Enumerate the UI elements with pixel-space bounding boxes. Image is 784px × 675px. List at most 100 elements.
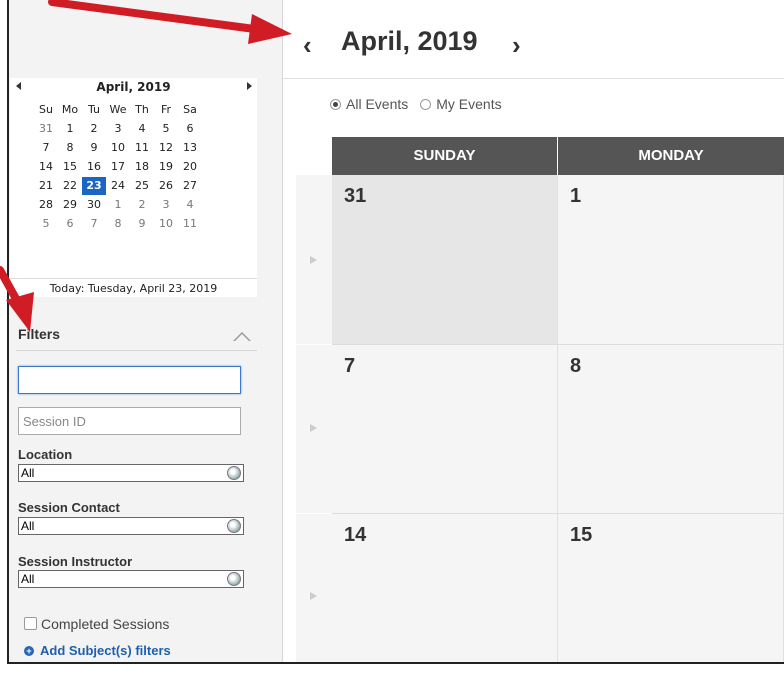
my-events-radio[interactable] [420, 98, 432, 110]
mini-day[interactable]: 3 [154, 198, 178, 211]
weekday-label: Su [39, 103, 53, 116]
mini-day[interactable]: 11 [178, 217, 202, 230]
mini-day[interactable]: 13 [178, 141, 202, 154]
session-instructor-label: Session Instructor [18, 554, 133, 569]
day-cell[interactable]: 7 [332, 345, 558, 514]
mini-day[interactable]: 1 [106, 198, 130, 211]
mini-day[interactable]: 10 [154, 217, 178, 230]
day-number: 14 [344, 524, 367, 546]
mini-day[interactable]: 18 [130, 160, 154, 173]
mini-day[interactable]: 15 [58, 160, 82, 173]
completed-sessions-checkbox[interactable] [24, 617, 37, 630]
expand-right-icon[interactable] [310, 424, 317, 432]
mini-day[interactable]: 3 [106, 122, 130, 135]
mini-day[interactable]: 26 [154, 179, 178, 192]
mini-day[interactable]: 27 [178, 179, 202, 192]
day-number: 1 [570, 185, 582, 207]
mini-day[interactable]: 24 [106, 179, 130, 192]
day-header-sunday: SUNDAY [332, 137, 557, 175]
add-subject-filters-label: Add Subject(s) filters [40, 643, 171, 658]
mini-day[interactable]: 2 [82, 122, 106, 135]
prev-month-button[interactable]: ‹ [303, 32, 312, 58]
lookup-icon[interactable] [227, 466, 241, 480]
my-events-label: My Events [436, 96, 502, 112]
next-month-button[interactable]: › [512, 32, 521, 58]
week-gutter [296, 514, 332, 662]
mini-today-link[interactable]: Today: Tuesday, April 23, 2019 [10, 278, 257, 295]
weekday-label: Fr [160, 103, 172, 116]
mini-weekday-row: Su Mo Tu We Th Fr Sa [34, 100, 202, 119]
mini-day[interactable]: 4 [178, 198, 202, 211]
session-contact-select[interactable]: All [18, 517, 244, 535]
my-events-option[interactable]: My Events [420, 96, 502, 112]
mini-day[interactable]: 5 [154, 122, 178, 135]
mini-day[interactable]: 6 [178, 122, 202, 135]
location-select[interactable]: All [18, 464, 244, 482]
month-title: April, 2019 [341, 26, 478, 56]
mini-day[interactable]: 9 [130, 217, 154, 230]
day-number: 31 [344, 185, 367, 207]
mini-day[interactable]: 4 [130, 122, 154, 135]
mini-day[interactable]: 19 [154, 160, 178, 173]
mini-day[interactable]: 30 [82, 198, 106, 211]
day-cell[interactable]: 15 [558, 514, 784, 662]
mini-day[interactable]: 5 [34, 217, 58, 230]
session-instructor-select[interactable]: All [18, 570, 244, 588]
session-instructor-select-value: All [21, 572, 35, 586]
mini-day[interactable]: 28 [34, 198, 58, 211]
main-header: ‹ April, 2019 › [283, 0, 784, 79]
add-subject-filters-link[interactable]: + Add Subject(s) filters [24, 643, 171, 658]
session-id-input[interactable] [18, 407, 241, 435]
all-events-option[interactable]: All Events [330, 96, 408, 112]
mini-day[interactable]: 8 [106, 217, 130, 230]
mini-day[interactable]: 21 [34, 179, 58, 192]
day-number: 15 [570, 524, 593, 546]
filters-title: Filters [18, 326, 61, 342]
mini-day[interactable]: 12 [154, 141, 178, 154]
mini-day[interactable]: 10 [106, 141, 130, 154]
mini-calendar-grid: Su Mo Tu We Th Fr Sa 31 1 2 3 4 5 6 7 8 9 10 11 12 13 14 15 16 1… [34, 100, 202, 233]
mini-day[interactable]: 29 [58, 198, 82, 211]
mini-day[interactable]: 14 [34, 160, 58, 173]
day-cell[interactable]: 8 [558, 345, 784, 514]
mini-day[interactable]: 1 [58, 122, 82, 135]
weekday-label: Th [135, 103, 149, 116]
mini-week-row: 31 1 2 3 4 5 6 [34, 119, 202, 138]
collapse-up-icon[interactable] [233, 332, 251, 341]
mini-day[interactable]: 20 [178, 160, 202, 173]
mini-day[interactable]: 22 [58, 179, 82, 192]
mini-day[interactable]: 17 [106, 160, 130, 173]
all-events-radio[interactable] [330, 98, 341, 110]
expand-right-icon[interactable] [310, 592, 317, 600]
mini-day[interactable]: 8 [58, 141, 82, 154]
completed-sessions-label: Completed Sessions [41, 616, 170, 632]
day-header-monday: MONDAY [558, 137, 784, 175]
mini-next-month-icon[interactable] [247, 82, 252, 90]
mini-day[interactable]: 16 [82, 160, 106, 173]
mini-day[interactable]: 31 [34, 122, 58, 135]
mini-day[interactable]: 2 [130, 198, 154, 211]
mini-day[interactable]: 7 [82, 217, 106, 230]
location-select-value: All [21, 466, 35, 480]
session-contact-label: Session Contact [18, 500, 120, 515]
day-cell[interactable]: 31 [332, 175, 558, 345]
mini-day[interactable]: 9 [82, 141, 106, 154]
day-cell[interactable]: 14 [332, 514, 558, 662]
mini-day[interactable]: 23 [82, 176, 106, 195]
lookup-icon[interactable] [227, 519, 241, 533]
lookup-icon[interactable] [227, 572, 241, 586]
divider [16, 350, 257, 351]
day-number: 7 [344, 355, 356, 377]
mini-day[interactable]: 7 [34, 141, 58, 154]
mini-week-row: 21 22 23 24 25 26 27 [34, 176, 202, 195]
day-cell[interactable]: 1 [558, 175, 784, 345]
mini-week-row: 7 8 9 10 11 12 13 [34, 138, 202, 157]
mini-calendar-header: April, 2019 [10, 78, 257, 96]
mini-day[interactable]: 11 [130, 141, 154, 154]
mini-calendar: April, 2019 Su Mo Tu We Th Fr Sa 31 1 2 3 4 5 6 7 8 9 10 1… [10, 78, 257, 297]
mini-day[interactable]: 25 [130, 179, 154, 192]
weekday-label: Mo [61, 103, 79, 116]
mini-day[interactable]: 6 [58, 217, 82, 230]
expand-right-icon[interactable] [310, 256, 317, 264]
search-input[interactable] [18, 366, 241, 394]
